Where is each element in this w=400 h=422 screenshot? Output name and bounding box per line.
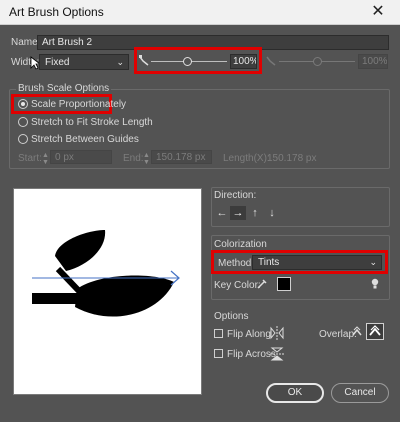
direction-label: Direction: bbox=[214, 190, 257, 201]
method-value: Tints bbox=[258, 257, 280, 268]
variation-icon bbox=[266, 56, 276, 66]
brush-preview bbox=[13, 188, 202, 395]
end-spinner-icon: ▲ ▼ bbox=[143, 152, 150, 166]
variation-percent-input: 100% bbox=[358, 54, 388, 69]
flip-along-icon bbox=[270, 326, 284, 340]
start-input: 0 px bbox=[50, 150, 112, 164]
length-value: 150.178 px bbox=[267, 153, 317, 164]
window-title: Art Brush Options bbox=[9, 5, 104, 19]
variation-slider-thumb bbox=[313, 57, 322, 66]
overlap-icon bbox=[369, 325, 381, 336]
overlap-no-adjust-button[interactable] bbox=[366, 323, 384, 340]
method-label: Method: bbox=[218, 258, 255, 269]
options-title: Options bbox=[214, 311, 249, 322]
title-bar: Art Brush Options ✕ bbox=[0, 0, 400, 25]
end-label: End: bbox=[123, 153, 144, 164]
flip-along-label[interactable]: Flip Along bbox=[227, 329, 271, 340]
direction-right-button[interactable]: → bbox=[230, 206, 246, 220]
width-percent-input[interactable]: 100% bbox=[230, 54, 257, 69]
eyedropper-icon[interactable] bbox=[256, 278, 268, 290]
width-slider-thumb[interactable] bbox=[183, 57, 192, 66]
method-select[interactable]: Tints ⌄ bbox=[252, 255, 382, 270]
radio-stretch-to-fit[interactable] bbox=[18, 117, 28, 127]
width-mode-value: Fixed bbox=[45, 57, 70, 68]
start-spinner-icon: ▲ ▼ bbox=[42, 152, 49, 166]
chevron-down-icon: ⌄ bbox=[116, 57, 124, 67]
scale-proportionately-label[interactable]: Scale Proportionately bbox=[31, 99, 126, 110]
stroke-width-icon bbox=[139, 55, 149, 66]
flip-across-icon bbox=[270, 347, 284, 361]
start-label: Start: bbox=[18, 153, 42, 164]
overlap-adjust-icon[interactable] bbox=[350, 325, 364, 339]
stretch-to-fit-label[interactable]: Stretch to Fit Stroke Length bbox=[31, 117, 153, 128]
cancel-button[interactable]: Cancel bbox=[331, 383, 389, 403]
flip-across-checkbox[interactable] bbox=[214, 349, 223, 358]
radio-scale-proportionately[interactable] bbox=[18, 99, 28, 109]
key-color-label: Key Color: bbox=[214, 280, 261, 291]
direction-up-button[interactable]: ↑ bbox=[247, 206, 263, 220]
brush-preview-art bbox=[32, 230, 180, 317]
brush-scale-title: Brush Scale Options bbox=[16, 83, 112, 94]
radio-stretch-between-guides[interactable] bbox=[18, 134, 28, 144]
chevron-down-icon: ⌄ bbox=[369, 257, 377, 267]
flip-along-checkbox[interactable] bbox=[214, 329, 223, 338]
width-mode-select[interactable]: Fixed ⌄ bbox=[39, 54, 129, 70]
colorization-title: Colorization bbox=[214, 239, 267, 250]
flip-across-label[interactable]: Flip Across bbox=[227, 349, 276, 360]
direction-down-button[interactable]: ↓ bbox=[264, 206, 280, 220]
close-icon[interactable]: ✕ bbox=[356, 0, 400, 25]
stretch-between-guides-label[interactable]: Stretch Between Guides bbox=[31, 134, 139, 145]
length-label: Length(X): bbox=[223, 153, 270, 164]
end-input: 150.178 px bbox=[151, 150, 212, 164]
direction-left-button[interactable]: ← bbox=[214, 206, 230, 220]
ok-button[interactable]: OK bbox=[266, 383, 324, 403]
tip-icon[interactable] bbox=[370, 278, 380, 290]
key-color-swatch[interactable] bbox=[277, 277, 291, 291]
